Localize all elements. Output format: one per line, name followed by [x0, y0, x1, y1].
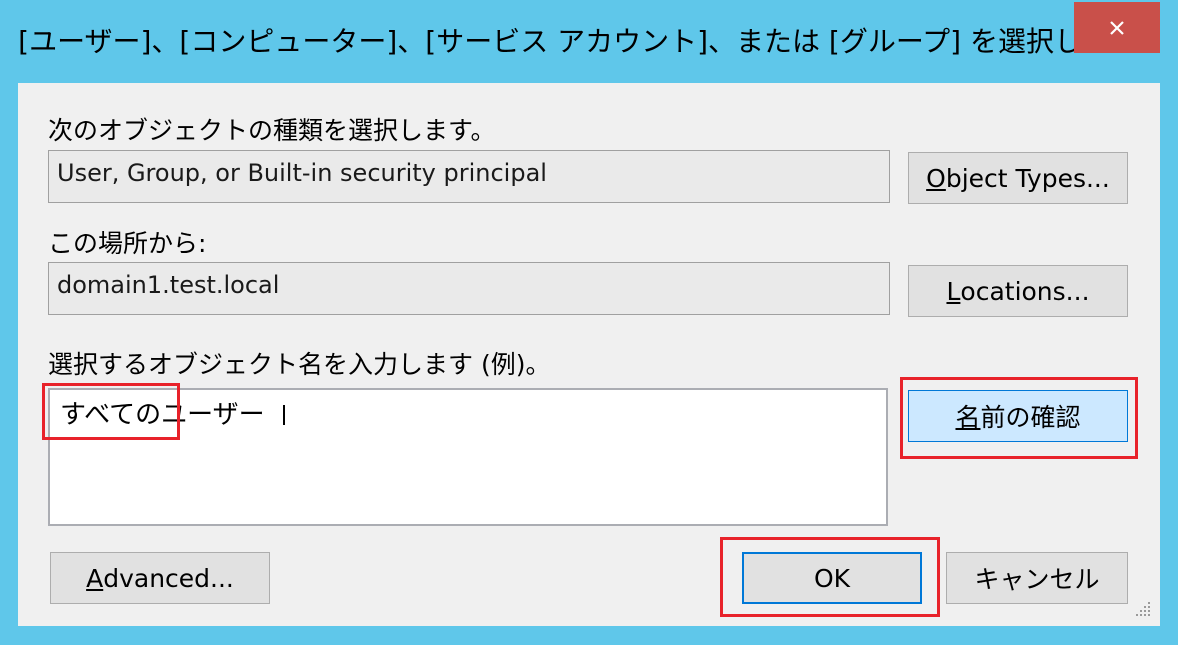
object-types-button-label: bject Types... — [945, 163, 1110, 193]
locations-button[interactable]: Locations... — [908, 265, 1128, 317]
object-types-field: User, Group, or Built-in security princi… — [48, 150, 890, 203]
locations-button-label: ocations... — [960, 276, 1090, 306]
dialog-title: [ユーザー]、[コンピューター]、[サービス アカウント]、または [グループ]… — [18, 25, 1138, 58]
title-bar[interactable]: [ユーザー]、[コンピューター]、[サービス アカウント]、または [グループ]… — [0, 0, 1178, 80]
text-cursor — [282, 405, 285, 425]
advanced-button-label: dvanced... — [103, 563, 234, 593]
location-label: この場所から: — [48, 229, 207, 258]
location-field: domain1.test.local — [48, 262, 890, 315]
highlight-check-names — [900, 377, 1138, 459]
object-types-button[interactable]: Object Types... — [908, 152, 1128, 204]
dialog-body: 次のオブジェクトの種類を選択します。 User, Group, or Built… — [18, 83, 1160, 626]
advanced-accel: A — [86, 563, 104, 593]
close-button[interactable] — [1074, 2, 1160, 53]
highlight-object-name — [42, 383, 180, 440]
object-types-accel: O — [926, 163, 946, 193]
advanced-button[interactable]: Advanced... — [50, 552, 270, 604]
highlight-ok — [720, 537, 940, 617]
close-icon — [1110, 20, 1124, 35]
locations-accel: L — [946, 276, 961, 306]
select-users-dialog: [ユーザー]、[コンピューター]、[サービス アカウント]、または [グループ]… — [0, 0, 1178, 645]
cancel-button[interactable]: キャンセル — [946, 552, 1128, 604]
resize-grip-icon[interactable] — [1134, 600, 1152, 618]
object-types-label: 次のオブジェクトの種類を選択します。 — [48, 116, 496, 145]
names-label: 選択するオブジェクト名を入力します (例)。 — [48, 350, 551, 379]
